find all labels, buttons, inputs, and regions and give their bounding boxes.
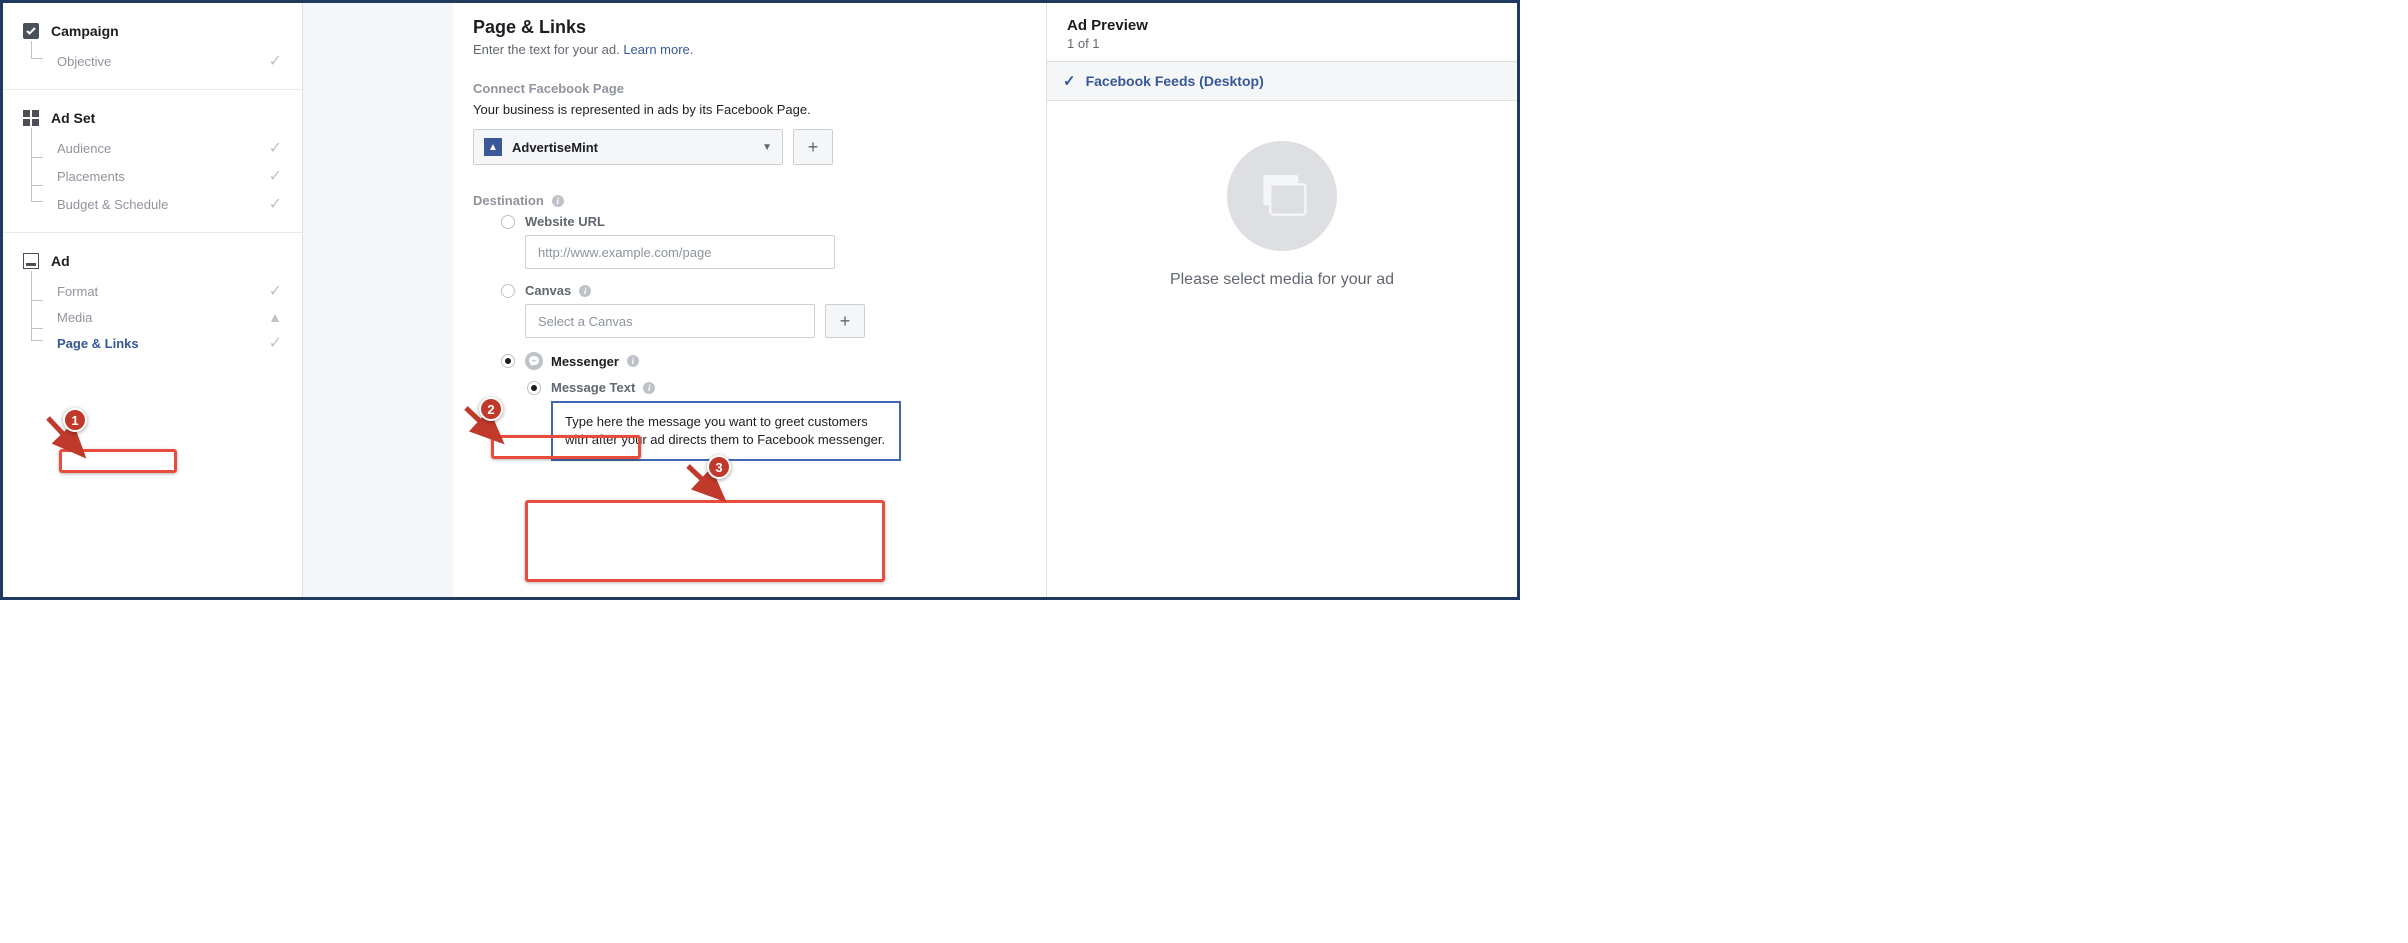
sidebar-item-media[interactable]: Media ▲ <box>3 305 302 329</box>
adset-header[interactable]: Ad Set <box>3 102 302 134</box>
ad-header[interactable]: Ad <box>3 245 302 277</box>
sidebar-item-page-links[interactable]: Page & Links ✓ <box>3 329 302 357</box>
info-icon[interactable]: i <box>552 195 564 207</box>
check-icon: ✓ <box>1063 72 1076 90</box>
check-icon: ✓ <box>269 166 282 186</box>
destination-head: Destinationi <box>473 193 1026 208</box>
radio-icon <box>501 284 515 298</box>
sidebar-item-objective[interactable]: Objective ✓ <box>3 47 302 75</box>
sidebar-item-format[interactable]: Format ✓ <box>3 277 302 305</box>
gap <box>303 3 453 597</box>
placeholder-text: Please select media for your ad <box>1170 271 1394 289</box>
sidebar-item-placements[interactable]: Placements ✓ <box>3 162 302 190</box>
radio-message-text[interactable]: Message Text i <box>527 380 1026 395</box>
radio-messenger[interactable]: Messenger i <box>501 352 1026 370</box>
preview-count: 1 of 1 <box>1067 36 1497 51</box>
chevron-down-icon: ▼ <box>762 142 772 153</box>
sidebar-item-audience[interactable]: Audience ✓ <box>3 134 302 162</box>
page-logo-icon: ▲ <box>484 138 502 156</box>
info-icon[interactable]: i <box>643 382 655 394</box>
radio-icon <box>501 215 515 229</box>
connect-head: Connect Facebook Page <box>473 81 1026 96</box>
annotation-highlight-3 <box>525 500 885 582</box>
check-icon: ✓ <box>269 194 282 214</box>
check-icon: ✓ <box>269 138 282 158</box>
add-page-button[interactable]: + <box>793 129 833 165</box>
preview-title: Ad Preview <box>1067 17 1497 34</box>
radio-canvas[interactable]: Canvas i <box>501 283 1026 298</box>
ad-icon <box>23 253 39 269</box>
add-canvas-button[interactable]: + <box>825 304 865 338</box>
page-subtitle: Enter the text for your ad. Learn more. <box>473 42 1026 57</box>
sidebar-item-budget[interactable]: Budget & Schedule ✓ <box>3 190 302 218</box>
placeholder-media-icon <box>1227 141 1337 251</box>
check-icon: ✓ <box>269 51 282 71</box>
check-icon: ✓ <box>269 281 282 301</box>
radio-icon-selected <box>501 354 515 368</box>
ad-title: Ad <box>51 253 70 269</box>
warning-icon: ▲ <box>268 309 282 325</box>
annotation-badge-2: 2 <box>479 397 503 421</box>
info-icon[interactable]: i <box>579 285 591 297</box>
campaign-header[interactable]: Campaign <box>3 15 302 47</box>
page-title: Page & Links <box>473 17 1026 38</box>
learn-more-link[interactable]: Learn more <box>623 42 689 57</box>
grid-icon <box>23 110 39 126</box>
preview-panel: Ad Preview 1 of 1 ✓ Facebook Feeds (Desk… <box>1047 3 1517 597</box>
info-icon[interactable]: i <box>627 355 639 367</box>
campaign-title: Campaign <box>51 23 119 39</box>
annotation-badge-1: 1 <box>63 408 87 432</box>
check-icon: ✓ <box>269 333 282 353</box>
canvas-select[interactable]: Select a Canvas <box>525 304 815 338</box>
radio-website[interactable]: Website URL <box>501 214 1026 229</box>
connect-desc: Your business is represented in ads by i… <box>473 102 1026 117</box>
annotation-badge-3: 3 <box>707 455 731 479</box>
website-url-input[interactable]: http://www.example.com/page <box>525 235 835 269</box>
preview-feed-selector[interactable]: ✓ Facebook Feeds (Desktop) <box>1047 61 1517 101</box>
messenger-icon <box>525 352 543 370</box>
checkbox-icon <box>23 23 39 39</box>
radio-icon-selected <box>527 381 541 395</box>
adset-title: Ad Set <box>51 110 95 126</box>
page-select[interactable]: ▲ AdvertiseMint ▼ <box>473 129 783 165</box>
sidebar: Campaign Objective ✓ Ad Set Audience ✓ <box>3 3 303 597</box>
